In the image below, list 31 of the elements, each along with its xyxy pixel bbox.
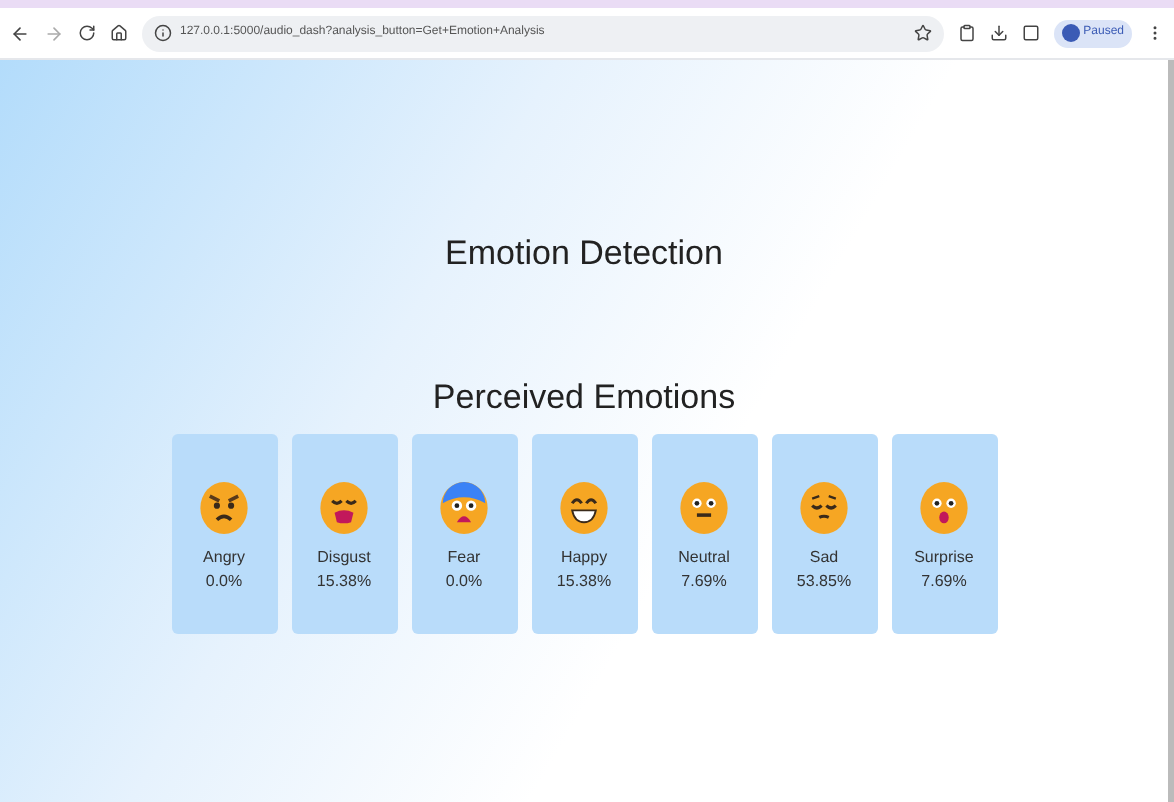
section-heading: Perceived Emotions xyxy=(432,375,736,419)
emoji-face-icon xyxy=(318,478,370,538)
emoji-face-icon xyxy=(918,478,970,538)
emoji-face-icon xyxy=(798,478,850,538)
emotion-percentage: 53.85% xyxy=(796,570,852,594)
emotion-percentage: 15.38% xyxy=(556,570,612,594)
reload-icon[interactable] xyxy=(78,24,96,42)
emotion-label: Angry xyxy=(203,546,245,570)
back-icon[interactable] xyxy=(10,23,30,43)
emotion-percentage: 0.0% xyxy=(445,570,483,594)
emoji-face-icon xyxy=(558,478,610,538)
info-icon xyxy=(154,24,172,42)
emotion-percentage: 7.69% xyxy=(921,570,967,594)
clipboard-icon[interactable] xyxy=(957,24,976,42)
download-icon[interactable] xyxy=(989,24,1008,42)
emotion-label: Disgust xyxy=(317,546,371,570)
sidebar-icon[interactable] xyxy=(1021,24,1040,42)
home-icon[interactable] xyxy=(110,24,128,42)
star-icon[interactable] xyxy=(913,24,932,42)
emotion-label: Neutral xyxy=(678,546,730,570)
page-title: Emotion Detection xyxy=(445,232,723,276)
emotion-label: Sad xyxy=(809,546,839,570)
emotion-percentage: 7.69% xyxy=(681,570,727,594)
emotion-percentage: 15.38% xyxy=(316,570,372,594)
emoji-face-icon xyxy=(678,478,730,538)
emotion-label: Surprise xyxy=(914,546,974,570)
emoji-face-icon xyxy=(438,478,490,538)
emotion-label: Fear xyxy=(447,546,481,570)
emoji-face-icon xyxy=(198,478,250,538)
emotion-label: Happy xyxy=(560,546,608,570)
emotion-percentage: 0.0% xyxy=(205,570,243,594)
